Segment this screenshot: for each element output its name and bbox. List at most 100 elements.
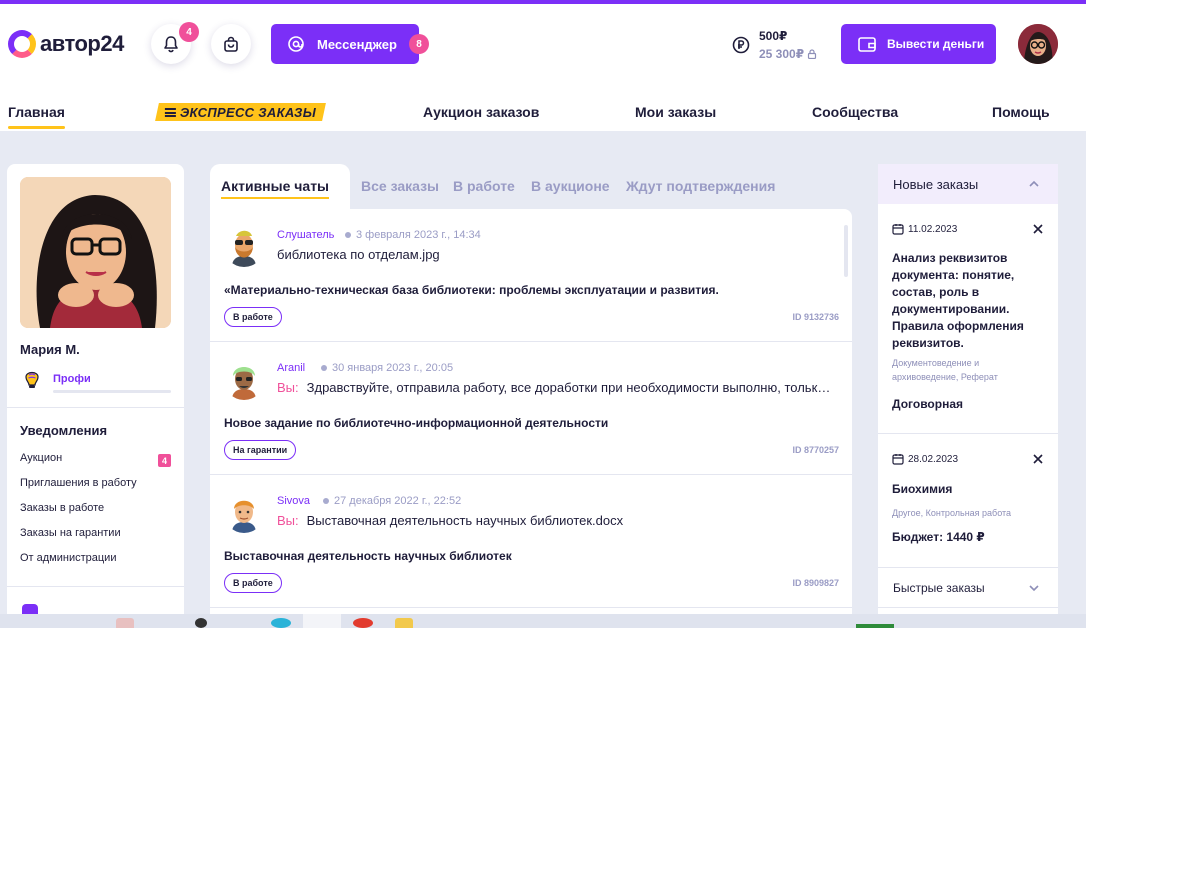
chevron-up-icon xyxy=(1029,180,1039,187)
new-orders-header[interactable]: Новые заказы xyxy=(878,164,1058,204)
nav-express-orders[interactable]: ЭКСПРЕСС ЗАКАЗЫ xyxy=(155,103,326,121)
status-badge: На гарантии xyxy=(224,440,297,460)
notif-item-admin[interactable]: От администрации xyxy=(20,552,116,564)
tab-in-work[interactable]: В работе xyxy=(453,178,515,194)
ruble-coin-icon xyxy=(732,36,750,54)
app-window: автор24 4 Мессенджер 8 500₽ 25 300₽ Выве… xyxy=(0,0,1086,628)
level-progress-bar xyxy=(53,390,171,393)
level-label: Профи xyxy=(53,373,91,385)
chat-sender: Sivova xyxy=(277,495,311,507)
chat-message: Вы: Выставочная деятельность научных библ… xyxy=(277,513,832,528)
chevron-down-icon xyxy=(1029,585,1039,592)
chat-avatar xyxy=(224,227,264,267)
shield-icon xyxy=(22,604,38,614)
status-badge: В работе xyxy=(224,573,282,593)
messenger-badge: 8 xyxy=(409,34,429,54)
notif-item-warranty[interactable]: Заказы на гарантии xyxy=(20,527,121,539)
profile-name: Мария М. xyxy=(20,342,80,357)
order-card[interactable]: 28.02.2023 Биохимия Другое, Контрольная … xyxy=(878,434,1058,568)
order-date-text: 28.02.2023 xyxy=(908,453,959,465)
notifications-title: Уведомления xyxy=(20,423,108,438)
logo[interactable]: автор24 xyxy=(8,28,124,60)
close-icon[interactable] xyxy=(1032,453,1044,465)
content-area: Мария М. Профи Уведомления Аукцион 4 При… xyxy=(0,131,1086,614)
profile-divider xyxy=(7,407,184,408)
chat-order-title[interactable]: «Материально-техническая база библиотеки… xyxy=(224,283,719,297)
nav-help[interactable]: Помощь xyxy=(992,104,1050,120)
chat-order-id: ID 9132736 xyxy=(792,312,839,322)
chat-order-id: ID 8909827 xyxy=(792,578,839,588)
express-bars-icon xyxy=(164,107,176,117)
bag-button[interactable] xyxy=(211,24,251,64)
at-sign-icon xyxy=(288,36,304,52)
notifications-button[interactable]: 4 xyxy=(151,22,199,64)
chat-message-text: библиотека по отделам.jpg xyxy=(277,247,440,262)
chat-date: 27 декабря 2022 г., 22:52 xyxy=(323,495,461,507)
chat-order-title[interactable]: Новое задание по библиотечно-информацион… xyxy=(224,416,608,430)
order-date-text: 11.02.2023 xyxy=(908,223,958,235)
new-orders-panel: Новые заказы 11.02.2023 Анализ реквизито… xyxy=(878,164,1058,614)
notif-auction-count: 4 xyxy=(158,454,171,467)
taskbar-yandex-icon[interactable] xyxy=(353,618,373,628)
withdraw-button[interactable]: Вывести деньги xyxy=(841,24,996,64)
chat-you-prefix: Вы: xyxy=(277,513,299,528)
nav-express-label: ЭКСПРЕСС ЗАКАЗЫ xyxy=(179,104,317,120)
main-nav: Главная ЭКСПРЕСС ЗАКАЗЫ Аукцион заказов … xyxy=(0,84,1086,131)
order-card[interactable]: 11.02.2023 Анализ реквизитов документа: … xyxy=(878,204,1058,434)
chat-item[interactable]: Aranil 30 января 2023 г., 20:05 Вы: Здрав… xyxy=(210,342,852,475)
taskbar-app-icon[interactable] xyxy=(116,618,134,628)
chat-avatar xyxy=(224,493,264,533)
balance[interactable]: 500₽ 25 300₽ xyxy=(732,25,817,65)
notif-item-in-progress[interactable]: Заказы в работе xyxy=(20,502,104,514)
nav-communities[interactable]: Сообщества xyxy=(812,104,898,120)
bell-icon xyxy=(164,36,178,53)
os-taskbar xyxy=(0,614,1086,628)
quick-orders-toggle[interactable]: Быстрые заказы xyxy=(878,568,1058,608)
balance-locked-value: 25 300₽ xyxy=(759,47,805,61)
lock-icon xyxy=(807,49,817,59)
taskbar-browser-icon[interactable] xyxy=(271,618,291,628)
notif-item-invitations[interactable]: Приглашения в работу xyxy=(20,477,137,489)
nav-auction[interactable]: Аукцион заказов xyxy=(423,104,539,120)
chat-avatar xyxy=(224,360,264,400)
logo-text: автор24 xyxy=(40,31,124,56)
tab-in-auction[interactable]: В аукционе xyxy=(531,178,610,194)
tab-active-chats[interactable]: Активные чаты xyxy=(221,178,330,199)
quick-orders-label: Быстрые заказы xyxy=(893,580,985,595)
tab-all-orders[interactable]: Все заказы xyxy=(361,178,439,194)
chat-item[interactable]: Слушатель 3 февраля 2023 г., 14:34 библи… xyxy=(210,209,852,342)
chat-sender: Слушатель xyxy=(277,229,335,241)
order-budget: Бюджет: 1440 ₽ xyxy=(892,530,985,544)
user-avatar[interactable] xyxy=(1018,24,1058,64)
nav-home[interactable]: Главная xyxy=(8,104,65,129)
taskbar-active-app[interactable] xyxy=(303,614,341,628)
logo-icon xyxy=(8,30,36,58)
chat-order-title[interactable]: Выставочная деятельность научных библиот… xyxy=(224,549,512,563)
header: автор24 4 Мессенджер 8 500₽ 25 300₽ Выве… xyxy=(0,4,1086,84)
order-subject: Другое, Контрольная работа xyxy=(892,508,1012,518)
order-date: 11.02.2023 xyxy=(892,223,957,235)
nav-my-orders[interactable]: Мои заказы xyxy=(635,104,716,120)
balance-main: 500₽ xyxy=(759,29,788,43)
chat-message-text: Здравствуйте, отправила работу, все дора… xyxy=(306,380,832,395)
chat-sender: Aranil xyxy=(277,362,306,374)
new-orders-title: Новые заказы xyxy=(893,176,979,192)
notif-item-auction[interactable]: Аукцион xyxy=(20,452,62,464)
chat-date: 30 января 2023 г., 20:05 xyxy=(321,362,453,374)
chat-order-id: ID 8770257 xyxy=(792,445,839,455)
order-subject: Документоведение и архивоведение, Рефера… xyxy=(892,358,998,382)
taskbar-folder-icon[interactable] xyxy=(395,618,413,628)
tab-awaiting-confirmation[interactable]: Ждут подтверждения xyxy=(626,178,775,194)
calendar-icon xyxy=(892,224,904,235)
level-brain-icon xyxy=(25,371,39,388)
chat-you-prefix: Вы: xyxy=(277,380,299,395)
chat-message-text: Выставочная деятельность научных библиот… xyxy=(306,513,624,528)
order-budget: Договорная xyxy=(892,397,963,411)
close-icon[interactable] xyxy=(1032,223,1044,235)
taskbar-search-icon[interactable] xyxy=(195,618,207,628)
messenger-button[interactable]: Мессенджер 8 xyxy=(271,24,429,64)
profile-divider-bottom xyxy=(7,586,184,587)
withdraw-label: Вывести деньги xyxy=(887,37,985,51)
chat-item[interactable]: Sivova 27 декабря 2022 г., 22:52 Вы: Выст… xyxy=(210,475,852,608)
notifications-badge: 4 xyxy=(179,22,199,42)
